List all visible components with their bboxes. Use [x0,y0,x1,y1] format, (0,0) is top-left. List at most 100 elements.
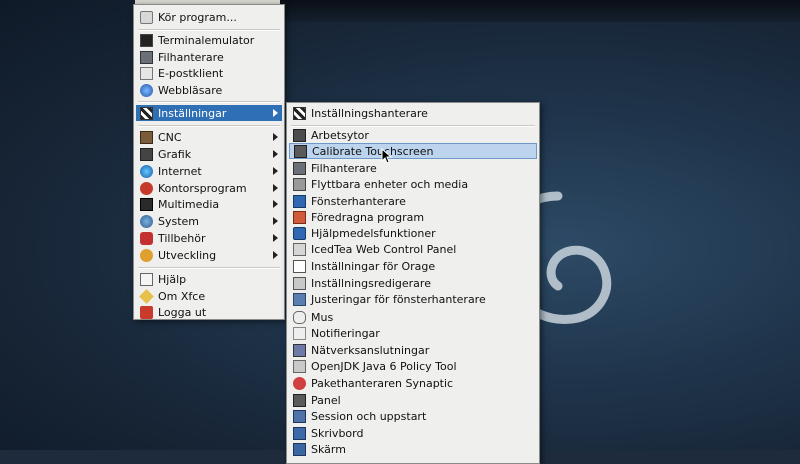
submenu-item-display[interactable]: Skärm [289,441,537,457]
menu-item-label: Filhanterare [158,50,224,64]
submenu-item-synaptic[interactable]: Pakethanteraren Synaptic [289,375,537,391]
submenu-item-label: Arbetsytor [311,128,369,142]
submenu-item-label: Justeringar för fönsterhanterare [311,292,486,306]
menu-item-mail-client[interactable]: E-postklient [136,65,282,81]
top-screen-area [280,0,800,22]
submenu-arrow-icon [273,150,278,158]
mouse-cursor-icon [381,148,393,164]
menu-item-file-manager[interactable]: Filhanterare [136,49,282,65]
file-manager-icon [293,161,306,175]
submenu-arrow-icon [273,200,278,208]
menu-item-label: Logga ut [158,305,207,319]
submenu-arrow-icon [273,251,278,259]
synaptic-icon [293,376,306,390]
graphics-icon [140,147,153,161]
menu-item-label: System [158,214,200,228]
panel-icon [293,393,306,407]
terminal-icon [140,33,153,47]
submenu-item-workspaces[interactable]: Arbetsytor [289,127,537,143]
xfce-icon [139,288,154,304]
menu-separator [138,125,280,127]
menu-item-label: Kontorsprogram [158,181,247,195]
applications-menu: Kör program... Terminalemulator Filhante… [133,4,285,320]
menu-item-logout[interactable]: Logga ut [136,304,282,320]
submenu-item-orage-settings[interactable]: Inställningar för Orage [289,258,537,274]
cnc-icon [140,130,153,144]
icedtea-icon [293,242,306,256]
submenu-item-removable-media[interactable]: Flyttbara enheter och media [289,176,537,192]
desktop-icon [293,426,306,440]
menu-item-web-browser[interactable]: Webbläsare [136,82,282,98]
submenu-item-icedtea[interactable]: IcedTea Web Control Panel [289,241,537,257]
submenu-item-label: Session och uppstart [311,409,427,423]
menu-item-about-xfce[interactable]: Om Xfce [136,288,282,304]
submenu-item-label: Skrivbord [311,426,364,440]
submenu-arrow-icon [273,109,278,117]
submenu-item-label: Fönsterhanterare [311,194,406,208]
menu-item-label: Kör program... [158,10,237,24]
submenu-item-label: Skärm [311,442,346,456]
submenu-item-java-policy-tool[interactable]: OpenJDK Java 6 Policy Tool [289,358,537,374]
menu-item-office[interactable]: Kontorsprogram [136,180,282,196]
settings-editor-icon [293,276,306,290]
menu-item-system[interactable]: System [136,213,282,229]
menu-item-settings[interactable]: Inställningar [136,105,282,121]
submenu-item-desktop[interactable]: Skrivbord [289,425,537,441]
submenu-arrow-icon [273,133,278,141]
development-icon [140,248,153,262]
menu-separator [138,267,280,269]
help-icon [140,272,153,286]
submenu-item-settings-manager[interactable]: Inställningshanterare [289,105,537,121]
calibrate-icon [294,144,307,158]
file-manager-icon [140,50,153,64]
submenu-arrow-icon [273,217,278,225]
menu-item-graphics[interactable]: Grafik [136,146,282,162]
session-icon [293,409,306,423]
menu-item-label: Webbläsare [158,83,223,97]
menu-item-multimedia[interactable]: Multimedia [136,196,282,212]
submenu-arrow-icon [273,184,278,192]
submenu-item-window-manager[interactable]: Fönsterhanterare [289,193,537,209]
menu-item-label: Internet [158,164,202,178]
preferred-apps-icon [293,210,306,224]
submenu-arrow-icon [273,167,278,175]
submenu-item-label: Filhanterare [311,161,377,175]
submenu-item-label: Inställningshanterare [311,106,428,120]
submenu-item-wm-tweaks[interactable]: Justeringar för fönsterhanterare [289,291,537,307]
accessibility-icon [293,226,306,240]
office-icon [140,181,153,195]
submenu-item-file-manager[interactable]: Filhanterare [289,160,537,176]
menu-item-label: Utveckling [158,248,217,262]
menu-item-cnc[interactable]: CNC [136,129,282,145]
submenu-arrow-icon [273,234,278,242]
submenu-item-label: Nätverksanslutningar [311,343,430,357]
menu-item-internet[interactable]: Internet [136,163,282,179]
submenu-item-settings-editor[interactable]: Inställningsredigerare [289,275,537,291]
submenu-item-label: Mus [311,310,334,324]
menu-item-help[interactable]: Hjälp [136,271,282,287]
orage-icon [293,259,306,273]
submenu-item-label: Notifieringar [311,326,380,340]
submenu-item-label: Pakethanteraren Synaptic [311,376,454,390]
menu-item-label: Grafik [158,147,192,161]
submenu-item-calibrate-touchscreen[interactable]: Calibrate Touchscreen [289,143,537,159]
wm-tweaks-icon [293,292,306,306]
settings-icon [140,106,153,120]
run-icon [140,10,153,24]
menu-item-terminal[interactable]: Terminalemulator [136,32,282,48]
submenu-item-label: Inställningsredigerare [311,276,431,290]
submenu-item-panel[interactable]: Panel [289,392,537,408]
submenu-item-preferred-apps[interactable]: Föredragna program [289,209,537,225]
menu-item-label: Hjälp [158,272,187,286]
submenu-item-notifications[interactable]: Notifieringar [289,325,537,341]
menu-item-accessories[interactable]: Tillbehör [136,230,282,246]
menu-item-development[interactable]: Utveckling [136,247,282,263]
submenu-item-mouse[interactable]: Mus [289,309,537,325]
menu-item-run-program[interactable]: Kör program... [136,9,282,25]
web-browser-icon [140,83,153,97]
submenu-item-network-connections[interactable]: Nätverksanslutningar [289,342,537,358]
submenu-item-label: IcedTea Web Control Panel [311,242,457,256]
submenu-item-accessibility[interactable]: Hjälpmedelsfunktioner [289,225,537,241]
menu-item-label: Terminalemulator [158,33,255,47]
submenu-item-session-startup[interactable]: Session och uppstart [289,408,537,424]
